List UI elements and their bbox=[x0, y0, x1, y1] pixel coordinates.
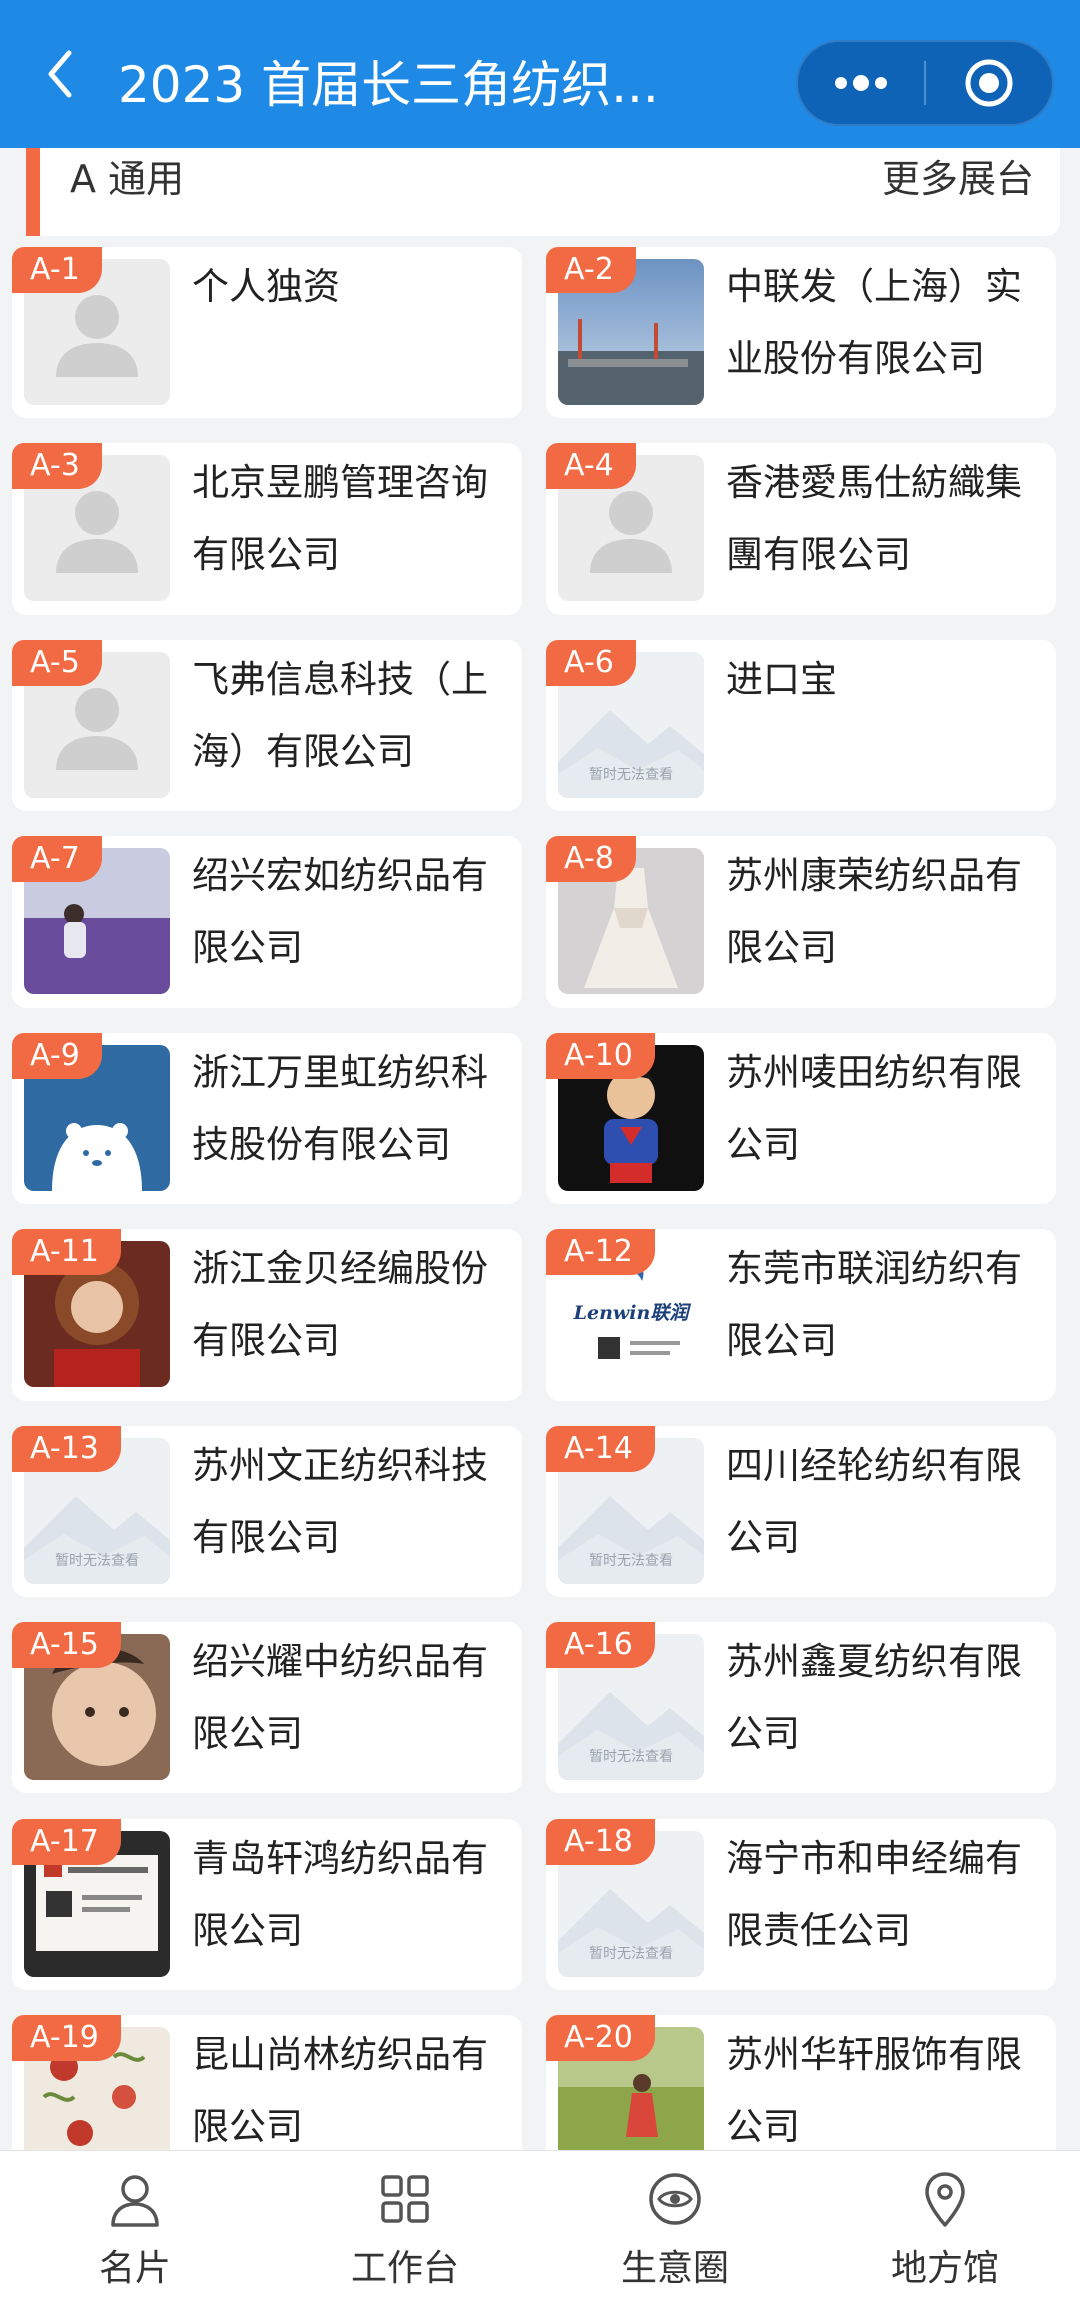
nav-label: 生意圈 bbox=[620, 2248, 729, 2289]
exhibitor-card[interactable]: A-15 绍兴耀中纺织品有限公司 bbox=[12, 1622, 522, 1794]
booth-number-tag: A-10 bbox=[546, 1032, 655, 1079]
booth-number-tag: A-14 bbox=[546, 1425, 655, 1472]
image-unavailable-text: 暂时无法查看 bbox=[589, 1945, 673, 1962]
exhibitor-card[interactable]: A-11 浙江金贝经编股份有限公司 bbox=[12, 1229, 522, 1401]
booth-number-tag: A-20 bbox=[546, 2014, 655, 2061]
booth-number-tag: A-18 bbox=[546, 1818, 655, 1865]
image-unavailable-text: 暂时无法查看 bbox=[55, 1552, 139, 1569]
exhibitor-card[interactable]: A-10 苏州唛田纺织有限公司 bbox=[546, 1032, 1056, 1205]
section-accent-bar bbox=[26, 148, 40, 236]
exhibitor-name: 进口宝 bbox=[726, 657, 837, 701]
nav-label: 工作台 bbox=[350, 2248, 459, 2289]
exhibitor-name: 苏州鑫夏纺织有限公司 bbox=[726, 1640, 1022, 1756]
exhibitor-card[interactable]: A-7 绍兴宏如纺织品有限公司 bbox=[12, 836, 522, 1008]
exhibitor-name: 青岛轩鸿纺织品有限公司 bbox=[192, 1836, 488, 1952]
exhibitor-name: 苏州唛田纺织有限公司 bbox=[726, 1050, 1022, 1166]
exhibitor-name: 浙江金贝经编股份有限公司 bbox=[192, 1247, 488, 1363]
nav-item-business-circle[interactable]: 生意圈 bbox=[540, 2151, 810, 2300]
section-header: A 通用 更多展台 bbox=[26, 148, 1060, 236]
booth-number-tag: A-3 bbox=[12, 443, 102, 490]
exhibitor-card[interactable]: A-3 北京昱鹏管理咨询有限公司 bbox=[12, 443, 522, 615]
section-title: A 通用 bbox=[70, 157, 185, 201]
nav-item-card[interactable]: 名片 bbox=[0, 2151, 270, 2300]
exhibitor-name: 苏州文正纺织科技有限公司 bbox=[192, 1443, 488, 1559]
booth-number-tag: A-8 bbox=[546, 836, 636, 883]
image-unavailable-text: 暂时无法查看 bbox=[589, 1552, 673, 1569]
page-title: 2023 首届长三角纺织... bbox=[118, 56, 659, 114]
exhibitor-name: 海宁市和申经编有限责任公司 bbox=[726, 1836, 1022, 1952]
exhibitor-card[interactable]: A-17 青岛轩鸿纺织品有限公司 bbox=[12, 1818, 522, 1990]
exhibitor-name: 北京昱鹏管理咨询有限公司 bbox=[192, 461, 488, 577]
exhibitor-card[interactable]: 暂时无法查看 A-13 苏州文正纺织科技有限公司 bbox=[12, 1425, 522, 1597]
exhibitor-name: 苏州华轩服饰有限公司 bbox=[726, 2032, 1022, 2148]
exhibitor-name: 个人独资 bbox=[192, 265, 340, 308]
booth-number-tag: A-19 bbox=[12, 2014, 121, 2061]
bottom-nav: 名片 工作台 生意圈 地方馆 bbox=[0, 2150, 1080, 2300]
more-menu-button[interactable] bbox=[798, 42, 924, 124]
exhibitor-name: 香港愛馬仕紡織集團有限公司 bbox=[726, 461, 1022, 577]
exhibitor-card[interactable]: A-8 苏州康荣纺织品有限公司 bbox=[546, 836, 1056, 1008]
location-pin-icon bbox=[925, 2172, 965, 2227]
nav-item-workbench[interactable]: 工作台 bbox=[270, 2151, 540, 2300]
exhibitor-card[interactable]: 暂时无法查看 A-18 海宁市和申经编有限责任公司 bbox=[546, 1818, 1056, 1990]
exhibitor-card[interactable]: 暂时无法查看 A-6 进口宝 bbox=[546, 639, 1056, 812]
exhibitor-name: 四川经轮纺织有限公司 bbox=[726, 1443, 1022, 1559]
exhibitor-card[interactable]: A-9 浙江万里虹纺织科技股份有限公司 bbox=[12, 1032, 522, 1205]
booth-number-tag: A-6 bbox=[546, 639, 636, 686]
eye-icon bbox=[649, 2173, 701, 2225]
svg-text:Lenwin联润: Lenwin联润 bbox=[573, 1302, 692, 1324]
exhibitor-card[interactable]: A-5 飞弗信息科技（上海）有限公司 bbox=[12, 639, 522, 812]
exhibitor-name: 东莞市联润纺织有限公司 bbox=[726, 1247, 1022, 1363]
booth-number-tag: A-11 bbox=[12, 1229, 121, 1276]
exhibitor-card[interactable]: A-4 香港愛馬仕紡織集團有限公司 bbox=[546, 443, 1056, 615]
exhibitor-name: 苏州康荣纺织品有限公司 bbox=[726, 854, 1022, 970]
title-bar: 2023 首届长三角纺织... bbox=[0, 0, 1080, 148]
mini-program-capsule bbox=[796, 40, 1054, 126]
person-icon bbox=[111, 2175, 159, 2227]
booth-number-tag: A-7 bbox=[12, 836, 102, 883]
exhibitor-name: 绍兴耀中纺织品有限公司 bbox=[192, 1640, 488, 1756]
booth-number-tag: A-16 bbox=[546, 1622, 655, 1669]
nav-item-local-hall[interactable]: 地方馆 bbox=[810, 2151, 1080, 2300]
booth-number-tag: A-5 bbox=[12, 639, 102, 686]
exhibitor-card[interactable]: 暂时无法查看 A-14 四川经轮纺织有限公司 bbox=[546, 1425, 1056, 1597]
chevron-left-icon bbox=[48, 50, 72, 98]
back-button[interactable] bbox=[36, 46, 84, 102]
booth-number-tag: A-17 bbox=[12, 1818, 121, 1865]
booth-number-tag: A-15 bbox=[12, 1622, 121, 1669]
more-dots-icon bbox=[835, 75, 887, 91]
booth-number-tag: A-9 bbox=[12, 1032, 102, 1079]
exhibitor-name: 中联发（上海）实业股份有限公司 bbox=[726, 265, 1022, 380]
booth-number-tag: A-12 bbox=[546, 1229, 655, 1276]
exhibitor-card[interactable]: A-2 中联发（上海）实业股份有限公司 bbox=[546, 247, 1056, 419]
booth-number-tag: A-1 bbox=[12, 247, 102, 293]
booth-number-tag: A-4 bbox=[546, 443, 636, 490]
exhibitor-name: 浙江万里虹纺织科技股份有限公司 bbox=[192, 1050, 488, 1166]
exhibitor-name: 飞弗信息科技（上海）有限公司 bbox=[192, 657, 488, 773]
nav-label: 名片 bbox=[98, 2248, 171, 2289]
more-booths-link[interactable]: 更多展台 bbox=[882, 154, 1034, 204]
target-icon bbox=[965, 59, 1013, 107]
booth-number-tag: A-2 bbox=[546, 247, 636, 293]
booth-number-tag: A-13 bbox=[12, 1425, 121, 1472]
nav-label: 地方馆 bbox=[890, 2248, 999, 2289]
exhibitor-card[interactable]: 暂时无法查看 A-16 苏州鑫夏纺织有限公司 bbox=[546, 1622, 1056, 1794]
exhibitor-card[interactable]: Lenwin联润 A-12 东莞市联润纺织有限公司 bbox=[546, 1229, 1056, 1401]
exhibitor-name: 昆山尚林纺织品有限公司 bbox=[192, 2032, 488, 2148]
image-unavailable-text: 暂时无法查看 bbox=[589, 766, 673, 783]
grid-icon bbox=[381, 2175, 429, 2223]
exhibitor-name: 绍兴宏如纺织品有限公司 bbox=[192, 854, 488, 970]
exhibitor-card[interactable]: A-1 个人独资 bbox=[12, 247, 522, 419]
close-mini-program-button[interactable] bbox=[926, 42, 1052, 124]
image-unavailable-text: 暂时无法查看 bbox=[589, 1749, 673, 1766]
